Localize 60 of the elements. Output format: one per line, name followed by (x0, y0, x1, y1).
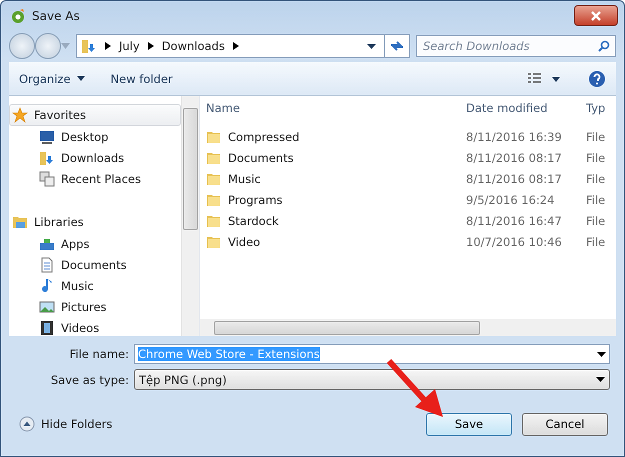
column-header[interactable]: Typ (580, 101, 616, 115)
dialog-button[interactable]: Cancel (522, 412, 608, 436)
arrow (385, 357, 445, 419)
landscape-icon (39, 298, 55, 314)
recent-places-icon (39, 170, 55, 186)
document-icon (39, 256, 55, 272)
sidebar-item[interactable]: Apps (9, 233, 181, 254)
sidebar-item[interactable]: Documents (9, 254, 181, 275)
toolbar-button[interactable]: Organize (19, 72, 85, 86)
toolbar-button[interactable]: New folder (110, 72, 173, 86)
file-row[interactable]: Programs 9/5/2016 16:24 File (200, 189, 616, 210)
breadcrumb[interactable]: Downloads (162, 39, 225, 53)
file-row[interactable]: Music 8/11/2016 08:17 File (200, 168, 616, 189)
sidebar-item[interactable]: Videos (9, 317, 181, 338)
download-folder-icon (81, 38, 97, 54)
caret-icon[interactable] (367, 44, 376, 48)
app-icon (10, 8, 26, 24)
refresh-icon[interactable] (389, 39, 405, 53)
file-row[interactable]: Stardock 8/11/2016 16:47 File (200, 210, 616, 231)
search-icon[interactable] (598, 40, 610, 52)
music-note-icon (39, 278, 55, 294)
column-header[interactable]: Name (200, 101, 460, 115)
chevron-right-icon[interactable] (105, 42, 111, 50)
film-icon (39, 320, 55, 336)
search-field[interactable]: Search Downloads (416, 35, 616, 57)
sidebar-group[interactable]: Favorites (9, 104, 181, 126)
window-title: Save As (32, 8, 81, 22)
close-button[interactable] (574, 5, 618, 26)
column-header[interactable]: Date modified (460, 101, 580, 115)
monitor-icon (39, 128, 55, 144)
hide-folders-button[interactable]: Hide Folders (19, 416, 112, 432)
vertical-scrollbar[interactable] (181, 96, 199, 336)
file-row[interactable]: Video 10/7/2016 10:46 File (200, 231, 616, 252)
help-icon[interactable] (588, 70, 606, 88)
collapse-icon[interactable] (19, 416, 35, 432)
file-row[interactable]: Compressed 8/11/2016 16:39 File (200, 126, 616, 147)
chevron-right-icon[interactable] (232, 42, 239, 50)
sidebar-item[interactable]: Music (9, 275, 181, 296)
sidebar-item[interactable]: Desktop (9, 126, 181, 147)
file-row[interactable]: Documents 8/11/2016 08:17 File (200, 147, 616, 168)
horizontal-scrollbar[interactable] (200, 319, 616, 336)
address-bar[interactable]: July Downloads (76, 34, 410, 58)
close-icon[interactable] (590, 10, 602, 20)
field-label: File name: (68, 347, 129, 361)
view-options-icon[interactable] (528, 72, 562, 84)
sidebar-item[interactable]: Pictures (9, 296, 181, 317)
caret-icon[interactable] (76, 76, 85, 81)
sidebar-item[interactable]: Recent Places (9, 168, 181, 189)
dialog-button[interactable]: Save (426, 412, 512, 436)
chevron-right-icon[interactable] (148, 42, 154, 50)
download-folder-icon (39, 150, 55, 166)
field-label: Save as type: (50, 372, 129, 386)
caret-icon[interactable] (596, 377, 605, 382)
star-icon (12, 107, 28, 123)
file-type-dropdown[interactable]: Tệp PNG (.png) (134, 369, 610, 390)
caret-icon[interactable] (597, 352, 606, 356)
library-folder-icon (12, 214, 28, 230)
sidebar-item[interactable]: Downloads (9, 147, 181, 168)
breadcrumb[interactable]: July (119, 39, 140, 53)
sidebar-group[interactable]: Libraries (9, 211, 181, 233)
